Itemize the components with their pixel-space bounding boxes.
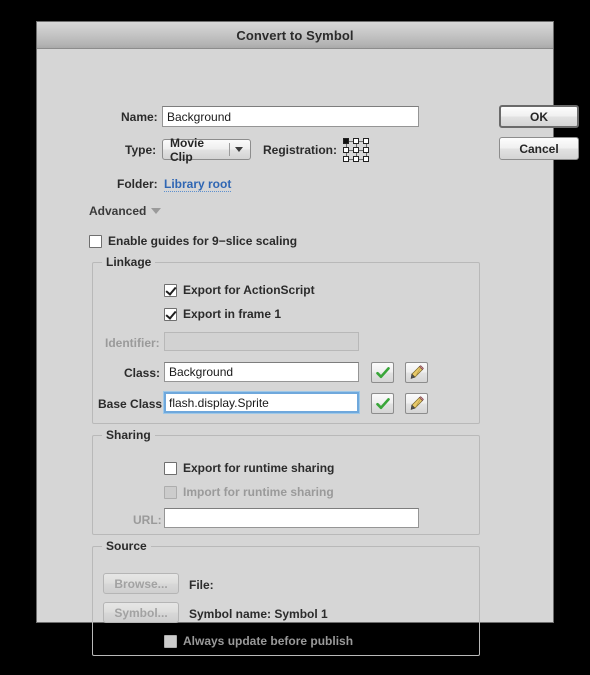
triangle-down-icon (151, 208, 162, 214)
convert-to-symbol-dialog: Convert to Symbol Name: Background OK Ca… (37, 22, 579, 656)
reg-cell-middle-left[interactable] (343, 147, 349, 153)
import-runtime-sharing-label: Import for runtime sharing (183, 485, 334, 499)
export-runtime-sharing-label: Export for runtime sharing (183, 461, 335, 475)
sharing-group-title: Sharing (102, 428, 155, 442)
export-actionscript-checkbox[interactable] (164, 283, 177, 297)
dialog-body: Name: Background OK Cancel Type: Movie C… (37, 49, 579, 656)
type-dropdown-value: Movie Clip (170, 135, 205, 164)
registration-point-picker[interactable] (343, 137, 369, 163)
always-update-checkbox (164, 634, 177, 648)
dialog-title: Convert to Symbol (236, 27, 354, 43)
name-label: Name: (121, 110, 158, 124)
source-group-title: Source (102, 539, 151, 553)
symbol-name-label: Symbol name: Symbol 1 (189, 607, 328, 621)
folder-link[interactable]: Library root (164, 177, 232, 192)
pencil-icon (410, 365, 424, 379)
reg-cell-middle-right[interactable] (363, 147, 369, 153)
identifier-label: Identifier: (105, 336, 160, 350)
base-class-input[interactable]: flash.display.Sprite (164, 392, 359, 413)
export-frame1-checkbox[interactable] (164, 307, 177, 321)
cancel-button[interactable]: Cancel (499, 137, 579, 160)
advanced-label: Advanced (89, 204, 147, 218)
reg-cell-top-left[interactable] (343, 138, 349, 144)
identifier-input (164, 332, 359, 351)
dropdown-separator (229, 143, 230, 156)
export-runtime-sharing-checkbox[interactable] (164, 461, 177, 475)
export-frame1-label: Export in frame 1 (183, 307, 282, 321)
file-label: File: (189, 578, 214, 592)
reg-cell-bottom-center[interactable] (353, 156, 359, 162)
reg-cell-bottom-right[interactable] (363, 156, 369, 162)
chevron-down-icon (235, 147, 243, 152)
import-runtime-sharing-checkbox (164, 485, 177, 499)
class-edit-button[interactable] (405, 362, 428, 383)
advanced-disclosure-toggle[interactable]: Advanced (89, 204, 162, 218)
type-dropdown[interactable]: Movie Clip (162, 136, 251, 164)
nine-slice-checkbox[interactable] (89, 234, 102, 248)
name-input[interactable]: Background (162, 106, 419, 127)
base-class-edit-button[interactable] (405, 393, 428, 414)
reg-cell-top-center[interactable] (353, 138, 359, 144)
import-runtime-sharing-row: Import for runtime sharing (164, 485, 334, 499)
folder-label: Folder: (117, 177, 158, 191)
reg-cell-center[interactable] (353, 147, 359, 153)
check-icon (375, 366, 390, 378)
reg-cell-top-right[interactable] (363, 138, 369, 144)
linkage-group-title: Linkage (102, 255, 156, 269)
check-icon (375, 397, 390, 409)
browse-button: Browse... (103, 573, 179, 594)
type-label: Type: (125, 143, 157, 157)
always-update-row: Always update before publish (164, 634, 353, 648)
export-runtime-sharing-row[interactable]: Export for runtime sharing (164, 461, 334, 475)
nine-slice-label: Enable guides for 9−slice scaling (108, 234, 298, 248)
class-label: Class: (124, 366, 161, 380)
class-input[interactable]: Background (164, 362, 359, 382)
base-class-label: Base Class: (98, 397, 167, 411)
always-update-label: Always update before publish (183, 634, 354, 648)
pencil-icon (410, 396, 424, 410)
reg-cell-bottom-left[interactable] (343, 156, 349, 162)
dialog-titlebar[interactable]: Convert to Symbol (37, 22, 553, 49)
symbol-button: Symbol... (103, 602, 179, 623)
url-input[interactable] (164, 508, 419, 528)
url-label: URL: (133, 513, 162, 527)
base-class-validate-button[interactable] (371, 393, 394, 414)
export-frame1-row[interactable]: Export in frame 1 (164, 307, 281, 321)
registration-label: Registration: (263, 143, 338, 157)
ok-button[interactable]: OK (499, 105, 579, 128)
nine-slice-checkbox-row[interactable]: Enable guides for 9−slice scaling (89, 234, 297, 248)
export-actionscript-row[interactable]: Export for ActionScript (164, 283, 315, 297)
class-validate-button[interactable] (371, 362, 394, 383)
export-actionscript-label: Export for ActionScript (183, 283, 315, 297)
